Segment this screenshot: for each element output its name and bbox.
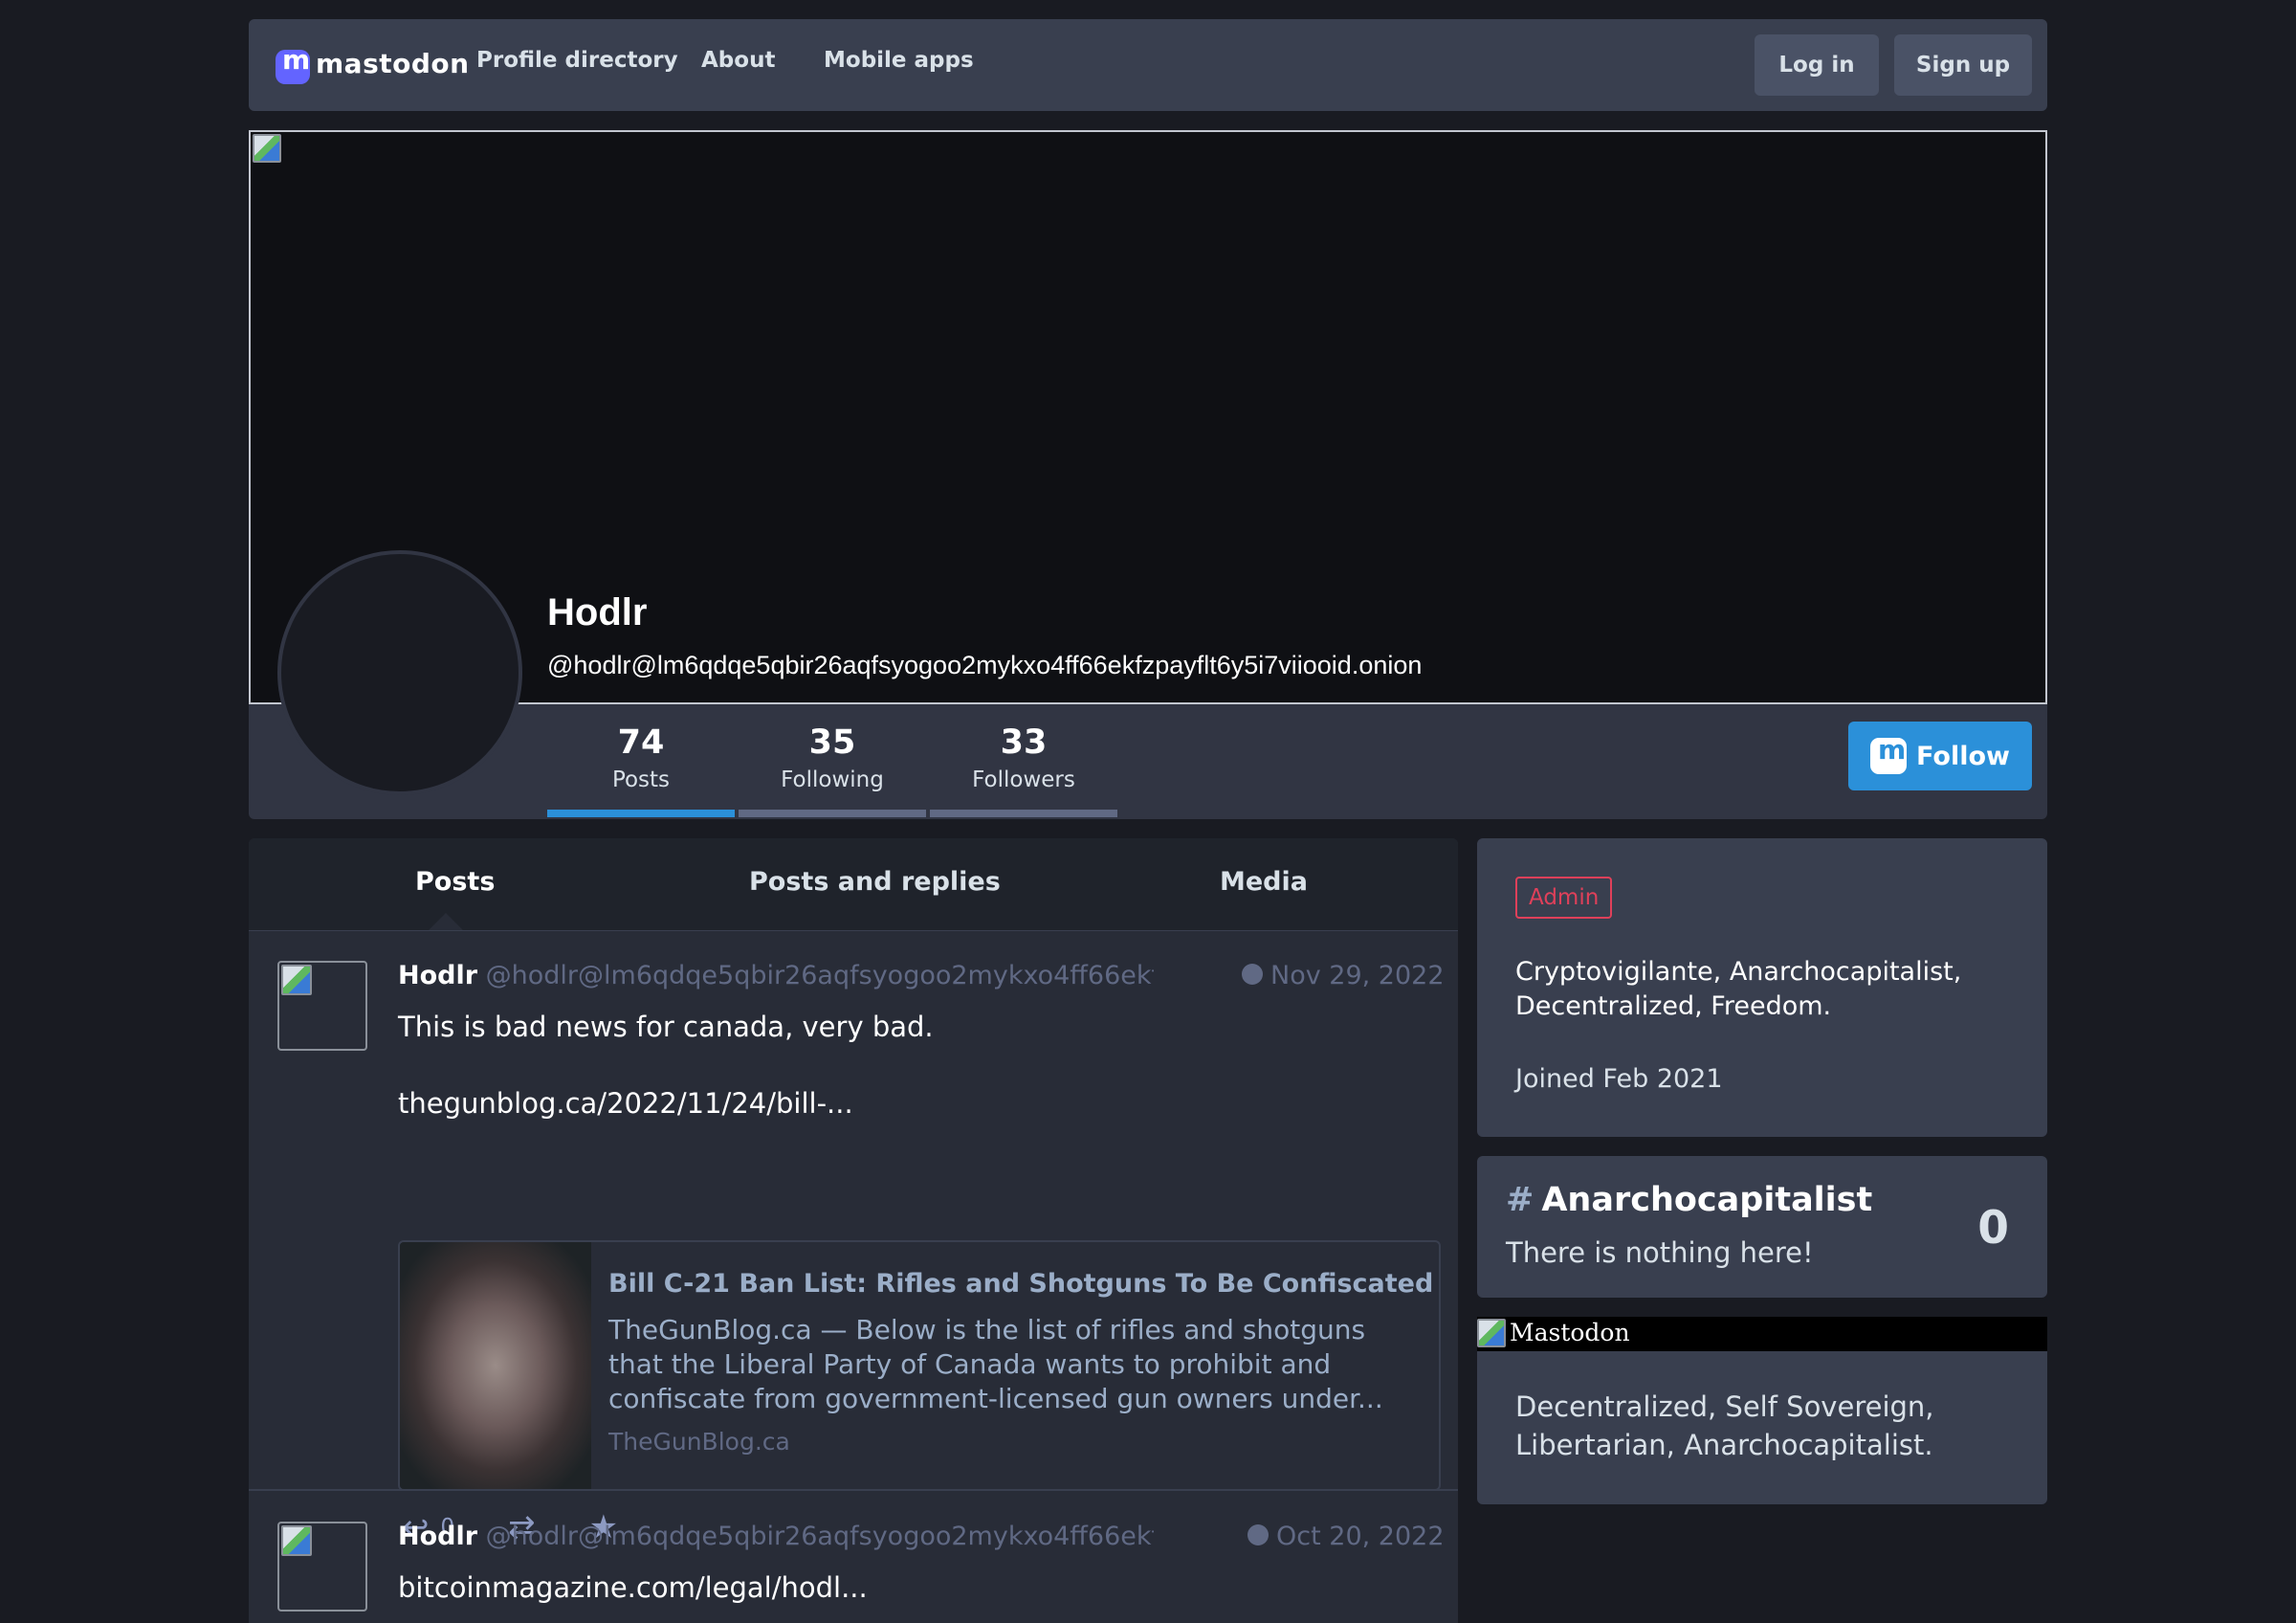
post-content: This is bad news for canada, very bad.: [398, 1011, 934, 1043]
post-author-handle[interactable]: @hodlr@lm6qdqe5qbir26aqfsyogoo2mykxo4ff6…: [486, 1522, 1154, 1551]
profile-avatar: [277, 550, 522, 795]
stat-posts-value: 74: [617, 723, 665, 762]
globe-icon: [1247, 1524, 1269, 1545]
stat-following-underline: [739, 810, 926, 817]
timeline-tabs: Posts Posts and replies Media: [249, 838, 1458, 931]
login-button[interactable]: Log in: [1755, 34, 1879, 96]
follow-label: Follow: [1916, 741, 2010, 771]
stat-followers-underline: [930, 810, 1117, 817]
post-link[interactable]: bitcoinmagazine.com/legal/hodl...: [398, 1571, 868, 1604]
stat-posts[interactable]: 74 Posts: [547, 723, 735, 792]
hashtag-empty-message: There is nothing here!: [1506, 1236, 1814, 1269]
tab-posts-and-replies[interactable]: Posts and replies: [749, 867, 1001, 897]
status-post: Hodlr @hodlr@lm6qdqe5qbir26aqfsyogoo2myk…: [249, 930, 1458, 1546]
hashtag-title: # Anarchocapitalist: [1506, 1181, 1872, 1219]
hashtag-icon: #: [1506, 1181, 1534, 1219]
post-avatar[interactable]: [277, 961, 367, 1051]
stat-followers[interactable]: 33 Followers: [930, 723, 1117, 792]
stat-following[interactable]: 35 Following: [739, 723, 926, 792]
post-header: Hodlr @hodlr@lm6qdqe5qbir26aqfsyogoo2myk…: [398, 1522, 1154, 1551]
joined-date: Joined Feb 2021: [1515, 1064, 1723, 1094]
tab-media[interactable]: Media: [1220, 867, 1308, 897]
link-preview-card[interactable]: Bill C-21 Ban List: Rifles and Shotguns …: [398, 1240, 1441, 1491]
top-navigation-bar: mastodon Profile directory About Mobile …: [249, 19, 2047, 111]
stat-followers-label: Followers: [972, 767, 1075, 792]
follow-button[interactable]: Follow: [1848, 722, 2032, 790]
card-title: Bill C-21 Ban List: Rifles and Shotguns …: [608, 1269, 1439, 1299]
post-timestamp[interactable]: Nov 29, 2022: [1242, 961, 1445, 990]
profile-header-image: [249, 130, 2047, 704]
hashtag-count: 0: [1977, 1202, 2009, 1255]
logo-text: mastodon: [316, 47, 470, 79]
nav-profile-directory[interactable]: Profile directory: [476, 48, 678, 73]
stat-posts-underline: [547, 810, 735, 817]
hashtag-name: Anarchocapitalist: [1541, 1181, 1873, 1219]
signup-button[interactable]: Sign up: [1894, 34, 2032, 96]
featured-hashtag[interactable]: # Anarchocapitalist There is nothing here…: [1477, 1156, 2047, 1298]
admin-badge: Admin: [1515, 877, 1613, 919]
stat-following-label: Following: [781, 767, 884, 792]
broken-image-icon: [1477, 1319, 1506, 1347]
post-timestamp[interactable]: Oct 20, 2022: [1247, 1522, 1445, 1551]
post-author-handle[interactable]: @hodlr@lm6qdqe5qbir26aqfsyogoo2mykxo4ff6…: [486, 961, 1154, 990]
broken-image-icon: [281, 965, 312, 995]
post-avatar[interactable]: [277, 1522, 367, 1612]
nav-about[interactable]: About: [701, 48, 775, 73]
stat-followers-value: 33: [1000, 723, 1048, 762]
nav-mobile-apps[interactable]: Mobile apps: [824, 48, 974, 73]
account-bio: Cryptovigilante, Anarchocapitalist, Dece…: [1515, 957, 1962, 1021]
profile-stats-bar: [249, 704, 2047, 819]
mastodon-logo[interactable]: mastodon: [276, 38, 470, 88]
profile-handle: @hodlr@lm6qdqe5qbir26aqfsyogoo2mykxo4ff6…: [547, 651, 1423, 679]
server-image-alt-text: Mastodon: [1510, 1319, 1630, 1346]
card-provider: TheGunBlog.ca: [608, 1428, 790, 1456]
stat-following-value: 35: [808, 723, 856, 762]
server-info-panel: Decentralized, Self Sovereign, Libertari…: [1477, 1351, 2047, 1504]
card-thumbnail: [400, 1242, 591, 1489]
stat-posts-label: Posts: [611, 767, 671, 792]
post-author-name[interactable]: Hodlr: [398, 1522, 477, 1551]
status-post: Hodlr @hodlr@lm6qdqe5qbir26aqfsyogoo2myk…: [249, 1491, 1458, 1623]
active-tab-indicator: [429, 913, 463, 930]
globe-icon: [1242, 964, 1263, 985]
post-date-text: Oct 20, 2022: [1276, 1522, 1445, 1551]
post-header: Hodlr @hodlr@lm6qdqe5qbir26aqfsyogoo2myk…: [398, 961, 1154, 990]
post-link[interactable]: thegunblog.ca/2022/11/24/bill-...: [398, 1087, 853, 1120]
post-date-text: Nov 29, 2022: [1270, 961, 1445, 990]
timeline: Posts Posts and replies Media Hodlr @hod…: [249, 838, 1458, 1623]
mastodon-icon: [1870, 734, 1908, 774]
broken-image-icon: [281, 1525, 312, 1556]
server-description: Decentralized, Self Sovereign, Libertari…: [1515, 1390, 1934, 1461]
post-author-name[interactable]: Hodlr: [398, 961, 477, 990]
profile-name: Hodlr: [547, 591, 648, 634]
account-info-panel: Admin Cryptovigilante, Anarchocapitalist…: [1477, 838, 2047, 1137]
broken-image-icon: [253, 134, 281, 163]
mastodon-logo-icon: [276, 44, 310, 84]
server-banner-image: Mastodon: [1477, 1317, 2047, 1351]
tab-posts[interactable]: Posts: [415, 867, 495, 897]
card-description: TheGunBlog.ca — Below is the list of rif…: [608, 1314, 1383, 1414]
